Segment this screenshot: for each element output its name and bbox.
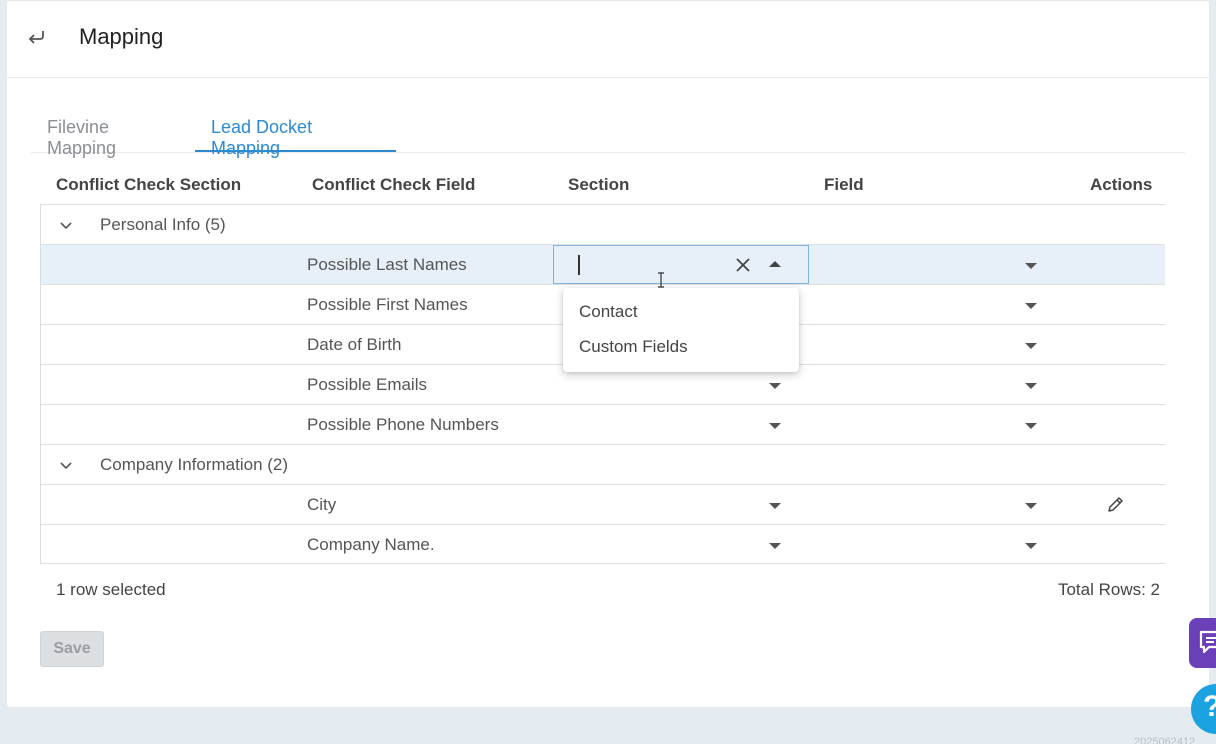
- group-label: Personal Info (5): [100, 215, 226, 234]
- back-icon[interactable]: [25, 26, 47, 48]
- i-beam-cursor-icon: [658, 272, 664, 288]
- build-id-text: 2025062412: [1134, 736, 1196, 744]
- group-row-company-information[interactable]: Company Information (2): [41, 444, 1165, 484]
- total-rows-status: Total Rows: 2: [1057, 580, 1160, 599]
- conflict-check-field-cell: Possible Emails: [307, 375, 427, 394]
- column-header-section[interactable]: Section: [568, 175, 629, 195]
- page-header: Mapping: [7, 1, 1209, 78]
- text-caret: [578, 255, 580, 275]
- option-custom-fields[interactable]: Custom Fields: [579, 337, 688, 357]
- chat-widget-button[interactable]: [1189, 618, 1216, 668]
- column-header-conflict-check-field[interactable]: Conflict Check Field: [312, 175, 475, 195]
- column-header-field[interactable]: Field: [824, 175, 864, 195]
- chat-icon: [1199, 630, 1216, 654]
- clear-icon[interactable]: [734, 256, 752, 274]
- conflict-check-field-cell: Company Name.: [307, 535, 435, 554]
- section-dropdown-caret-icon[interactable]: [769, 423, 781, 429]
- group-label: Company Information (2): [100, 455, 289, 474]
- conflict-check-field-cell: City: [307, 495, 337, 514]
- chevron-up-icon[interactable]: [769, 261, 781, 267]
- section-dropdown-caret-icon[interactable]: [769, 383, 781, 389]
- field-dropdown-caret-icon[interactable]: [1025, 423, 1037, 429]
- column-header-actions: Actions: [1090, 175, 1153, 194]
- section-dropdown-caret-icon[interactable]: [769, 543, 781, 549]
- group-row-personal-info[interactable]: Personal Info (5): [41, 204, 1165, 244]
- column-header-conflict-check-section[interactable]: Conflict Check Section: [56, 175, 241, 195]
- field-dropdown-caret-icon[interactable]: [1025, 543, 1037, 549]
- chevron-down-icon[interactable]: [59, 218, 73, 232]
- edit-pencil-icon[interactable]: [1105, 495, 1125, 515]
- conflict-check-field-cell: Possible First Names: [307, 295, 468, 314]
- section-combo-input[interactable]: [553, 245, 809, 284]
- option-contact[interactable]: Contact: [579, 302, 638, 322]
- page-title: Mapping: [79, 24, 164, 49]
- conflict-check-field-cell: Possible Phone Numbers: [307, 415, 499, 434]
- save-button[interactable]: Save: [40, 631, 104, 667]
- tab-bar: Filevine Mapping Lead Docket Mapping: [31, 101, 1185, 158]
- tab-lead-docket-mapping[interactable]: Lead Docket Mapping: [195, 101, 396, 158]
- section-dropdown-caret-icon[interactable]: [769, 503, 781, 509]
- table-row[interactable]: Possible Phone Numbers: [41, 404, 1165, 444]
- conflict-check-field-cell: Date of Birth: [307, 335, 402, 354]
- tab-filevine-mapping[interactable]: Filevine Mapping: [31, 101, 195, 158]
- field-dropdown-caret-icon[interactable]: [1025, 503, 1037, 509]
- field-dropdown-caret-icon[interactable]: [1025, 303, 1037, 309]
- selected-rows-status: 1 row selected: [56, 580, 166, 599]
- chevron-down-icon[interactable]: [59, 458, 73, 472]
- conflict-check-field-cell: Possible Last Names: [307, 255, 467, 274]
- section-options-dropdown: Contact Custom Fields: [563, 288, 799, 372]
- table-row[interactable]: Company Name.: [41, 524, 1165, 564]
- field-dropdown-caret-icon[interactable]: [1025, 343, 1037, 349]
- field-dropdown-caret-icon[interactable]: [1025, 383, 1037, 389]
- field-dropdown-caret-icon[interactable]: [1025, 263, 1037, 269]
- table-row[interactable]: City: [41, 484, 1165, 524]
